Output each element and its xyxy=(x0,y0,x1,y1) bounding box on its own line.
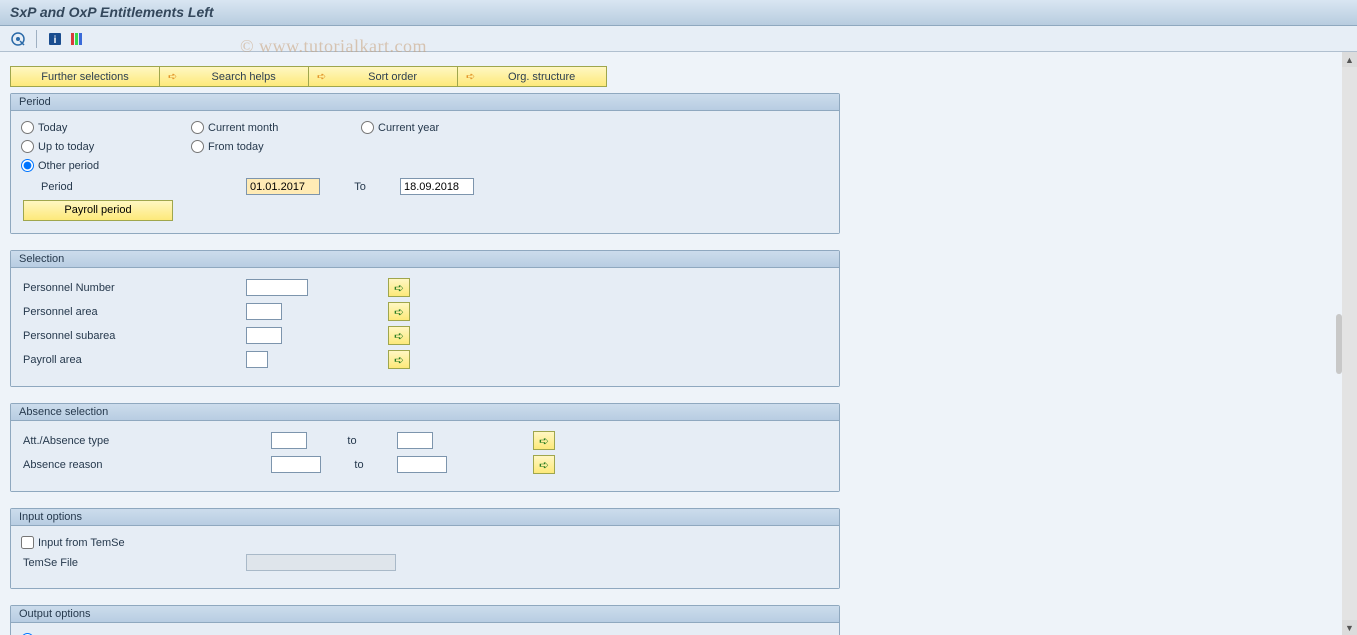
org-structure-button[interactable]: ➪ Org. structure xyxy=(457,66,607,87)
absence-reason-label: Absence reason xyxy=(21,459,271,471)
info-icon[interactable]: i xyxy=(47,31,63,47)
absence-selection-group: Absence selection Att./Absence type to ➪… xyxy=(10,403,840,492)
radio-from-today[interactable]: From today xyxy=(191,140,361,153)
radio-today[interactable]: Today xyxy=(21,121,191,134)
att-absence-type-label: Att./Absence type xyxy=(21,435,271,447)
arrow-right-icon: ➪ xyxy=(317,70,326,83)
input-options-group: Input options Input from TemSe TemSe Fil… xyxy=(10,508,840,589)
payroll-period-button[interactable]: Payroll period xyxy=(23,200,173,221)
radio-current-month-label: Current month xyxy=(208,122,278,134)
radio-current-year[interactable]: Current year xyxy=(361,121,531,134)
multi-select-icon[interactable]: ➪ xyxy=(533,455,555,474)
color-bars-icon[interactable] xyxy=(69,31,85,47)
att-absence-type-to-input[interactable] xyxy=(397,432,433,449)
period-from-input[interactable] xyxy=(246,178,320,195)
personnel-subarea-label: Personnel subarea xyxy=(21,330,246,342)
radio-from-today-label: From today xyxy=(208,141,264,153)
radio-other-period[interactable]: Other period xyxy=(21,159,191,172)
absence-reason-from-input[interactable] xyxy=(271,456,321,473)
selection-header: Selection xyxy=(11,251,839,268)
to-label: to xyxy=(307,435,397,447)
execute-icon[interactable] xyxy=(10,31,26,47)
personnel-number-input[interactable] xyxy=(246,279,308,296)
arrow-right-icon: ➪ xyxy=(168,70,177,83)
radio-up-to-today[interactable]: Up to today xyxy=(21,140,191,153)
radio-today-label: Today xyxy=(38,122,67,134)
application-toolbar: i xyxy=(0,26,1357,52)
multi-select-icon[interactable]: ➪ xyxy=(533,431,555,450)
further-selections-label: Further selections xyxy=(19,71,151,83)
radio-current-year-label: Current year xyxy=(378,122,439,134)
payroll-area-input[interactable] xyxy=(246,351,268,368)
period-to-input[interactable] xyxy=(400,178,474,195)
input-from-temse-label: Input from TemSe xyxy=(38,537,125,549)
personnel-area-label: Personnel area xyxy=(21,306,246,318)
org-structure-label: Org. structure xyxy=(485,71,598,83)
att-absence-type-from-input[interactable] xyxy=(271,432,307,449)
multi-select-icon[interactable]: ➪ xyxy=(388,302,410,321)
title-bar: SxP and OxP Entitlements Left xyxy=(0,0,1357,26)
scrollbar-grip[interactable] xyxy=(1336,314,1342,374)
absence-header: Absence selection xyxy=(11,404,839,421)
further-selections-button[interactable]: Further selections xyxy=(10,66,160,87)
period-header: Period xyxy=(11,94,839,111)
scroll-up-icon[interactable]: ▲ xyxy=(1342,52,1357,67)
content-area: ▲ ▼ Further selections ➪ Search helps ➪ … xyxy=(0,52,1357,635)
period-group: Period Today Current month Current year … xyxy=(10,93,840,234)
search-helps-button[interactable]: ➪ Search helps xyxy=(159,66,309,87)
page-title: SxP and OxP Entitlements Left xyxy=(10,4,214,20)
temse-file-label: TemSe File xyxy=(21,557,246,569)
scroll-down-icon[interactable]: ▼ xyxy=(1342,620,1357,635)
radio-up-to-today-label: Up to today xyxy=(38,141,94,153)
output-options-group: Output options ALV Display xyxy=(10,605,840,635)
payroll-area-label: Payroll area xyxy=(21,354,246,366)
radio-other-period-label: Other period xyxy=(38,160,99,172)
to-label: to xyxy=(321,459,397,471)
multi-select-icon[interactable]: ➪ xyxy=(388,350,410,369)
multi-select-icon[interactable]: ➪ xyxy=(388,326,410,345)
temse-file-input xyxy=(246,554,396,571)
selection-buttons-row: Further selections ➪ Search helps ➪ Sort… xyxy=(10,66,1310,87)
svg-text:i: i xyxy=(54,35,57,46)
selection-group: Selection Personnel Number ➪ Personnel a… xyxy=(10,250,840,387)
to-label: To xyxy=(320,181,400,193)
personnel-number-label: Personnel Number xyxy=(21,282,246,294)
arrow-right-icon: ➪ xyxy=(466,70,475,83)
input-options-header: Input options xyxy=(11,509,839,526)
output-options-header: Output options xyxy=(11,606,839,623)
input-from-temse-checkbox[interactable]: Input from TemSe xyxy=(21,536,125,549)
personnel-area-input[interactable] xyxy=(246,303,282,320)
vertical-scrollbar[interactable]: ▲ ▼ xyxy=(1342,52,1357,635)
period-label: Period xyxy=(21,181,246,193)
radio-current-month[interactable]: Current month xyxy=(191,121,361,134)
multi-select-icon[interactable]: ➪ xyxy=(388,278,410,297)
toolbar-divider xyxy=(36,30,37,48)
sort-order-button[interactable]: ➪ Sort order xyxy=(308,66,458,87)
search-helps-label: Search helps xyxy=(187,71,300,83)
absence-reason-to-input[interactable] xyxy=(397,456,447,473)
sort-order-label: Sort order xyxy=(336,71,449,83)
personnel-subarea-input[interactable] xyxy=(246,327,282,344)
